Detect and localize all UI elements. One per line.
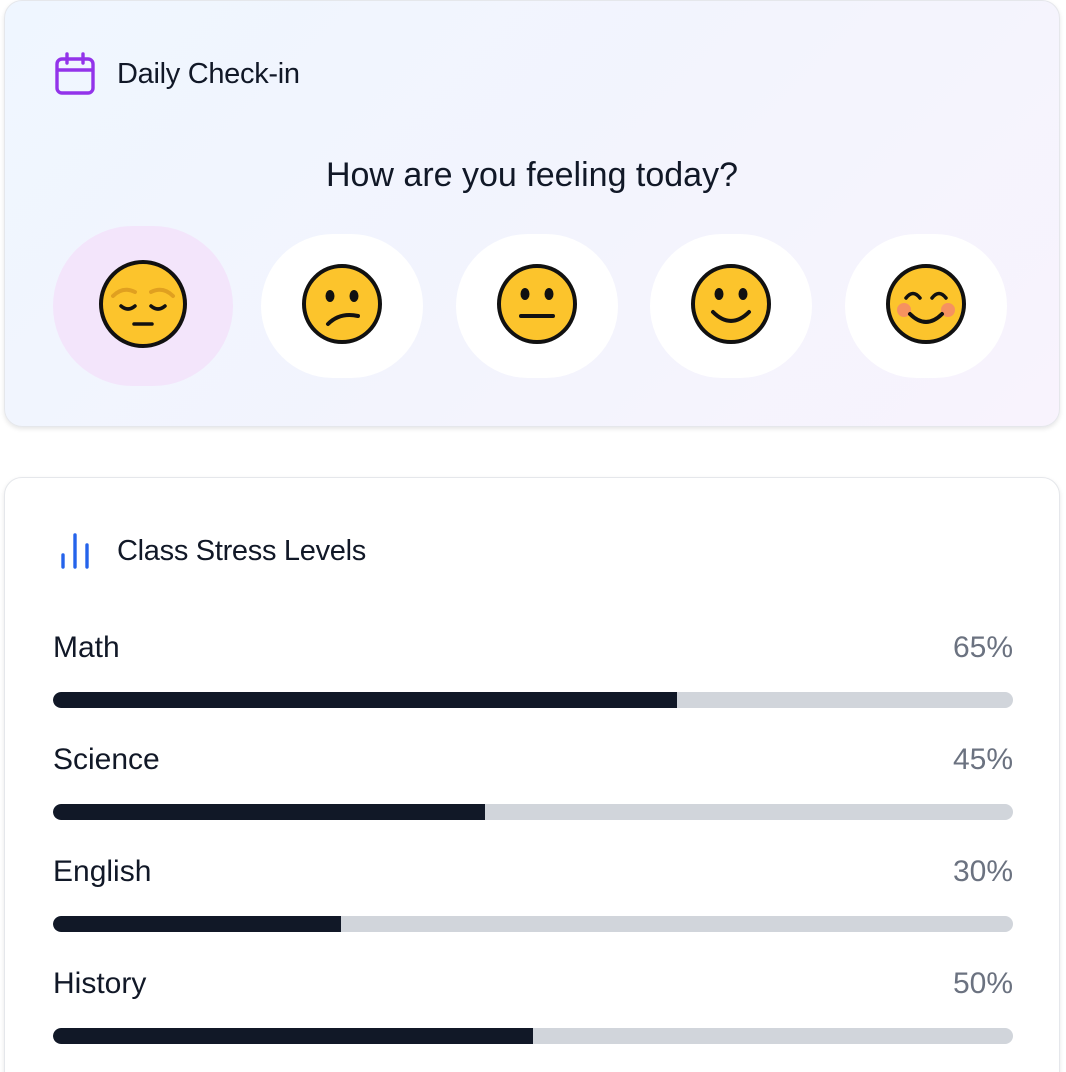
mood-option-happy[interactable] [650, 234, 812, 378]
pensive-face-icon [97, 258, 189, 355]
daily-checkin-title: Daily Check-in [117, 57, 300, 90]
slightly-smiling-face-icon [689, 262, 773, 351]
stress-bar-fill [53, 804, 485, 820]
subject-name: Science [53, 743, 160, 776]
class-stress-header: Class Stress Levels [53, 528, 366, 574]
subject-name: Math [53, 631, 120, 664]
mood-option-very-happy[interactable] [845, 234, 1007, 378]
subject-name: English [53, 855, 152, 888]
stress-bar-fill [53, 692, 677, 708]
stress-bar-track [53, 1028, 1013, 1044]
mood-question: How are you feeling today? [325, 156, 739, 194]
neutral-face-icon [495, 262, 579, 351]
subject-row-english: English 30% [53, 852, 1013, 932]
subject-percent: 45% [952, 743, 1013, 776]
subject-name: History [53, 967, 147, 1000]
mood-option-pensive[interactable] [53, 226, 233, 386]
subject-percent: 50% [952, 967, 1013, 1000]
subject-row-science: Science 45% [53, 740, 1013, 820]
smiling-blush-face-icon [884, 262, 968, 351]
subject-percent: 30% [952, 855, 1013, 888]
class-stress-card: Class Stress Levels Math 65% Science 45%… [4, 477, 1060, 1072]
bar-chart-icon [53, 528, 97, 574]
daily-checkin-header: Daily Check-in [53, 51, 300, 97]
mood-option-neutral[interactable] [456, 234, 618, 378]
stress-bar-fill [53, 916, 341, 932]
stress-bar-track [53, 804, 1013, 820]
subject-row-history: History 50% [53, 964, 1013, 1044]
mood-option-confused[interactable] [261, 234, 423, 378]
stress-bar-fill [53, 1028, 533, 1044]
mood-selector [53, 226, 1007, 386]
confused-face-icon [300, 262, 384, 351]
stress-bar-track [53, 916, 1013, 932]
subject-row-math: Math 65% [53, 628, 1013, 708]
subject-percent: 65% [952, 631, 1013, 664]
class-stress-title: Class Stress Levels [117, 534, 366, 567]
daily-checkin-card: Daily Check-in How are you feeling today… [4, 0, 1060, 427]
stress-bar-track [53, 692, 1013, 708]
calendar-icon [53, 51, 97, 97]
